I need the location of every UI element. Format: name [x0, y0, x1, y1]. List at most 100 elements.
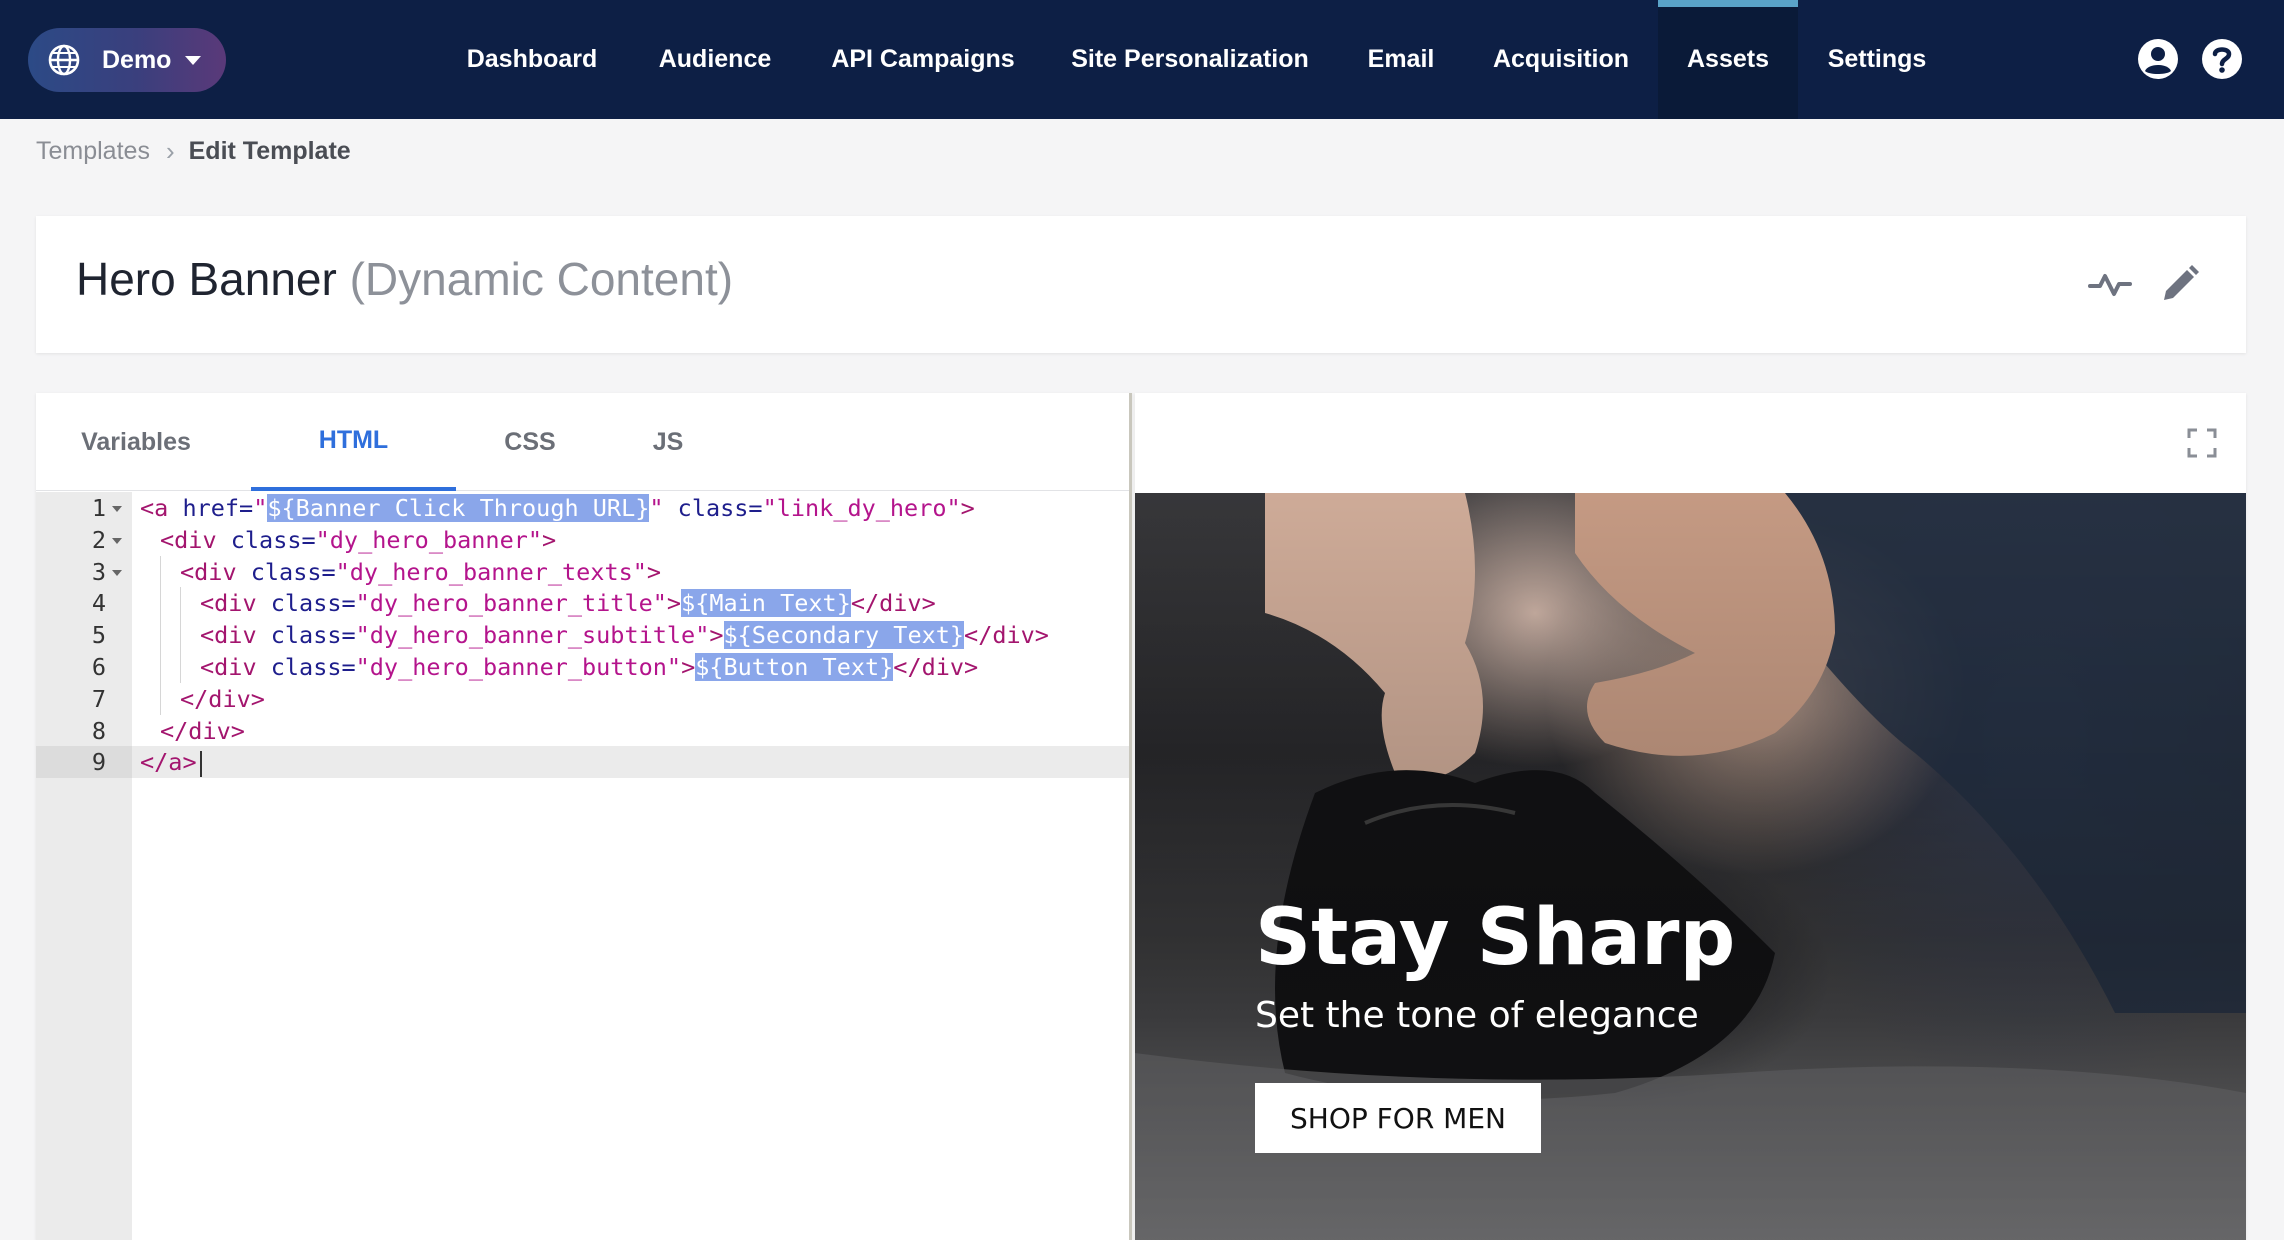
code-token: class=	[663, 494, 763, 522]
code-token: </div>	[160, 716, 245, 745]
line-number-cell: 4	[36, 587, 132, 619]
fold-arrow-icon[interactable]	[112, 506, 122, 512]
code-token: "dy_hero_banner_title"	[355, 589, 667, 618]
code-token: class=	[270, 589, 356, 618]
indent-guide	[160, 587, 161, 620]
breadcrumb-templates[interactable]: Templates	[36, 137, 150, 166]
line-number-cell: 3	[36, 556, 132, 588]
indent-guide	[180, 619, 181, 652]
activity-icon[interactable]	[2086, 260, 2134, 308]
preview-toolbar	[1135, 393, 2246, 493]
tab-html[interactable]: HTML	[251, 393, 456, 491]
code-token: <div	[200, 653, 271, 681]
code-line[interactable]: 4 <div class="dy_hero_banner_title">${Mai…	[36, 587, 1129, 620]
fold-arrow-icon[interactable]	[112, 537, 122, 544]
template-variable: ${Button Text}	[695, 653, 894, 681]
page-title: Hero Banner (Dynamic Content)	[76, 252, 733, 306]
code-text: <a href="${Banner Click Through URL}" cl…	[140, 492, 975, 524]
code-token: "	[253, 494, 268, 522]
code-token: </a>	[140, 748, 197, 777]
indent-guide	[180, 651, 181, 683]
line-number: 4	[91, 589, 106, 618]
indent-guide	[160, 555, 161, 588]
code-token: <div	[200, 589, 271, 618]
nav-site-personalization[interactable]: Site Personalization	[1056, 0, 1324, 119]
nav-audience[interactable]: Audience	[640, 0, 790, 119]
code-token: class=	[270, 621, 356, 650]
code-line[interactable]: 9 </a>	[36, 746, 1129, 779]
code-token: "	[649, 494, 664, 522]
code-line[interactable]: 1 <a href="${Banner Click Through URL}" c…	[36, 492, 1129, 524]
fullscreen-icon[interactable]	[2186, 427, 2218, 459]
line-number-cell: 8	[36, 715, 132, 747]
code-token: >	[542, 525, 557, 554]
tab-css[interactable]: CSS	[460, 393, 600, 491]
code-token: >	[646, 557, 662, 586]
hero-title: Stay Sharp	[1255, 893, 1736, 983]
fold-arrow-icon[interactable]	[112, 569, 122, 576]
code-token: </div>	[893, 653, 979, 681]
indent-guide	[160, 651, 161, 683]
code-text: <div class="dy_hero_banner_button">${But…	[200, 651, 978, 683]
hero-banner-preview[interactable]: Stay Sharp Set the tone of elegance SHOP…	[1135, 493, 2246, 1240]
code-text: </a>	[140, 746, 202, 778]
nav-acquisition[interactable]: Acquisition	[1478, 0, 1644, 119]
line-number: 9	[91, 748, 106, 777]
nav-api-campaigns[interactable]: API Campaigns	[810, 0, 1036, 119]
code-token: "dy_hero_banner"	[315, 525, 543, 554]
line-number-cell: 2	[36, 524, 132, 556]
editor-tabs: Variables HTML CSS JS	[36, 393, 1129, 491]
line-number: 8	[91, 716, 106, 745]
nav-dashboard[interactable]: Dashboard	[446, 0, 618, 119]
line-number-cell: 9	[36, 746, 132, 779]
code-token: >	[681, 653, 696, 681]
preview-panel: Stay Sharp Set the tone of elegance SHOP…	[1135, 393, 2246, 1240]
code-token: </div>	[180, 684, 265, 713]
code-text: <div class="dy_hero_banner_subtitle">${S…	[200, 619, 1049, 651]
code-line[interactable]: 7 </div>	[36, 682, 1129, 715]
code-line[interactable]: 5 <div class="dy_hero_banner_subtitle">${…	[36, 619, 1129, 652]
text-cursor	[199, 750, 202, 777]
code-token: <div	[200, 621, 271, 650]
code-token: "dy_hero_banner_texts"	[335, 557, 647, 586]
nav-settings[interactable]: Settings	[1812, 0, 1942, 119]
hero-subtitle: Set the tone of elegance	[1255, 995, 1699, 1036]
line-number: 7	[91, 684, 106, 713]
code-text: </div>	[160, 715, 245, 747]
help-icon[interactable]	[2202, 39, 2242, 79]
chevron-down-icon	[185, 55, 202, 65]
indent-guide	[160, 619, 161, 652]
code-line[interactable]: 3 <div class="dy_hero_banner_texts">	[36, 555, 1129, 588]
breadcrumb: Templates › Edit Template	[36, 136, 351, 166]
code-token: "dy_hero_banner_subtitle"	[355, 621, 710, 650]
code-token: class=	[270, 653, 356, 681]
code-text: <div class="dy_hero_banner">	[160, 524, 556, 556]
nav-email[interactable]: Email	[1346, 0, 1456, 119]
user-account-icon[interactable]	[2138, 39, 2178, 79]
code-token: <div	[160, 525, 231, 554]
code-token: <div	[180, 557, 251, 586]
code-token: "link_dy_hero"	[762, 494, 961, 522]
line-number-cell: 6	[36, 651, 132, 683]
code-token: </div>	[964, 621, 1049, 650]
code-line[interactable]: 8 </div>	[36, 715, 1129, 747]
tab-js[interactable]: JS	[608, 393, 728, 491]
template-type: (Dynamic Content)	[349, 253, 734, 305]
workspace-selector[interactable]: Demo	[28, 28, 226, 92]
code-text: </div>	[180, 683, 265, 715]
code-token: class=	[230, 525, 316, 554]
code-line[interactable]: 6 <div class="dy_hero_banner_button">${Bu…	[36, 651, 1129, 683]
shop-for-men-button[interactable]: SHOP FOR MEN	[1255, 1083, 1541, 1153]
nav-assets[interactable]: Assets	[1658, 0, 1798, 119]
line-number-cell: 5	[36, 619, 132, 651]
code-token: </div>	[850, 589, 936, 618]
tab-variables[interactable]: Variables	[66, 393, 206, 491]
code-line[interactable]: 2 <div class="dy_hero_banner">	[36, 524, 1129, 556]
line-number: 6	[91, 653, 106, 681]
pencil-icon[interactable]	[2156, 260, 2204, 308]
indent-guide	[160, 682, 161, 715]
code-token: >	[666, 589, 682, 618]
line-number-cell: 1	[36, 492, 132, 524]
breadcrumb-current: Edit Template	[188, 136, 351, 165]
code-token: href=	[182, 494, 254, 522]
